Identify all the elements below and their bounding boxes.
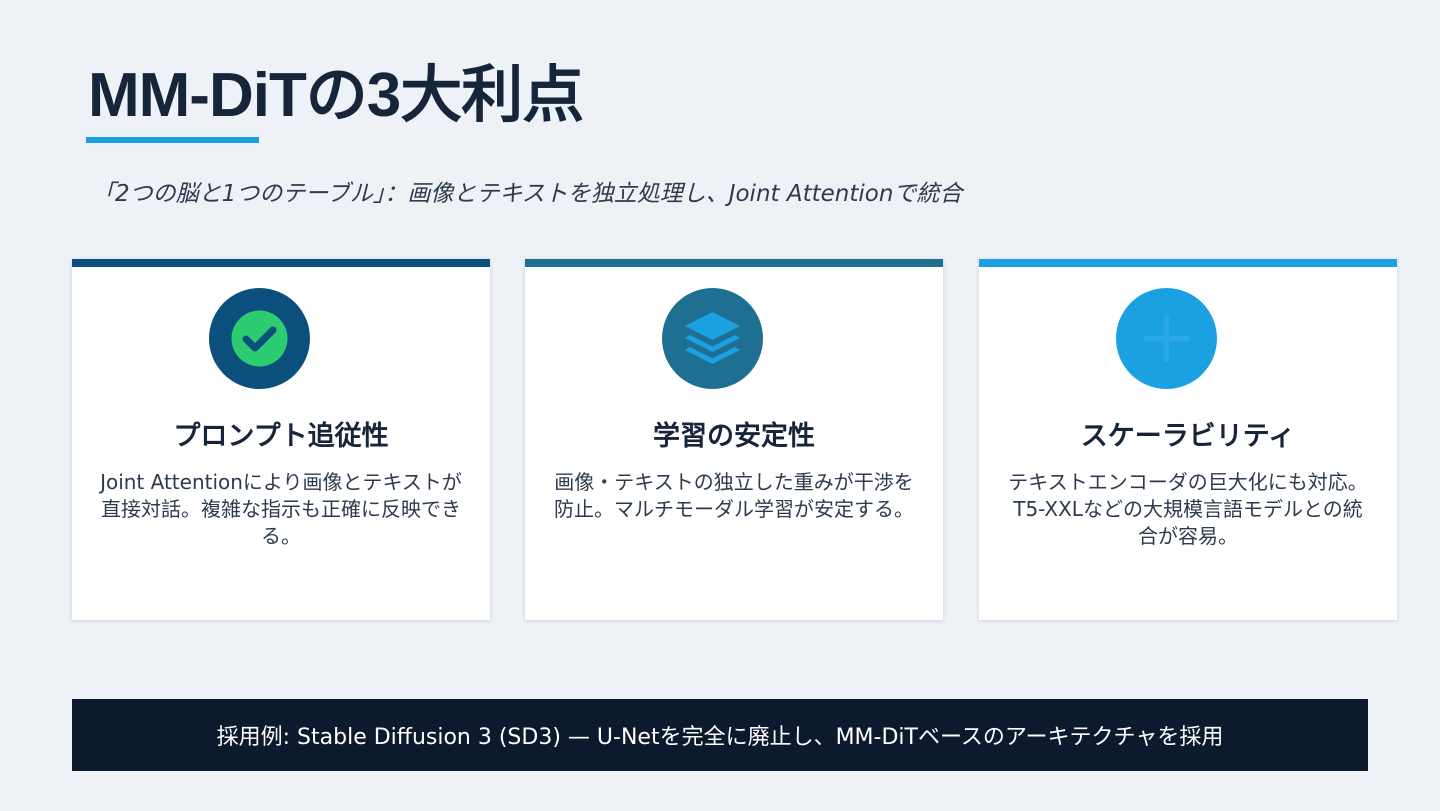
check-circle-icon xyxy=(209,288,310,389)
card-prompt-adherence: プロンプト追従性 Joint Attentionにより画像とテキストが直接対話。… xyxy=(72,259,490,620)
card-accent-bar xyxy=(979,259,1397,267)
expand-icon xyxy=(1116,288,1217,389)
slide-subtitle: 「2つの脳と1つのテーブル」：画像とテキストを独立処理し、Joint Atten… xyxy=(92,181,963,207)
card-body: 画像・テキストの独立した重みが干渉を防止。マルチモーダル学習が安定する。 xyxy=(554,470,914,521)
adoption-banner: 採用例: Stable Diffusion 3 (SD3) — U-Netを完全… xyxy=(72,699,1368,771)
card-scalability: スケーラビリティ テキストエンコーダの巨大化にも対応。T5-XXLなどの大規模言… xyxy=(979,259,1397,620)
layers-icon xyxy=(662,288,763,389)
card-title: 学習の安定性 xyxy=(653,421,815,452)
title-underline xyxy=(86,137,259,143)
card-title: スケーラビリティ xyxy=(1080,421,1296,452)
card-body: Joint Attentionにより画像とテキストが直接対話。複雑な指示も正確に… xyxy=(100,470,462,548)
card-training-stability: 学習の安定性 画像・テキストの独立した重みが干渉を防止。マルチモーダル学習が安定… xyxy=(525,259,943,620)
card-title: プロンプト追従性 xyxy=(173,421,389,452)
banner-text: 採用例: Stable Diffusion 3 (SD3) — U-Netを完全… xyxy=(216,725,1224,750)
card-accent-bar xyxy=(525,259,943,267)
slide-title: MM-DiTの3大利点 xyxy=(88,61,584,130)
card-body: テキストエンコーダの巨大化にも対応。T5-XXLなどの大規模言語モデルとの統合が… xyxy=(1008,470,1368,548)
card-accent-bar xyxy=(72,259,490,267)
